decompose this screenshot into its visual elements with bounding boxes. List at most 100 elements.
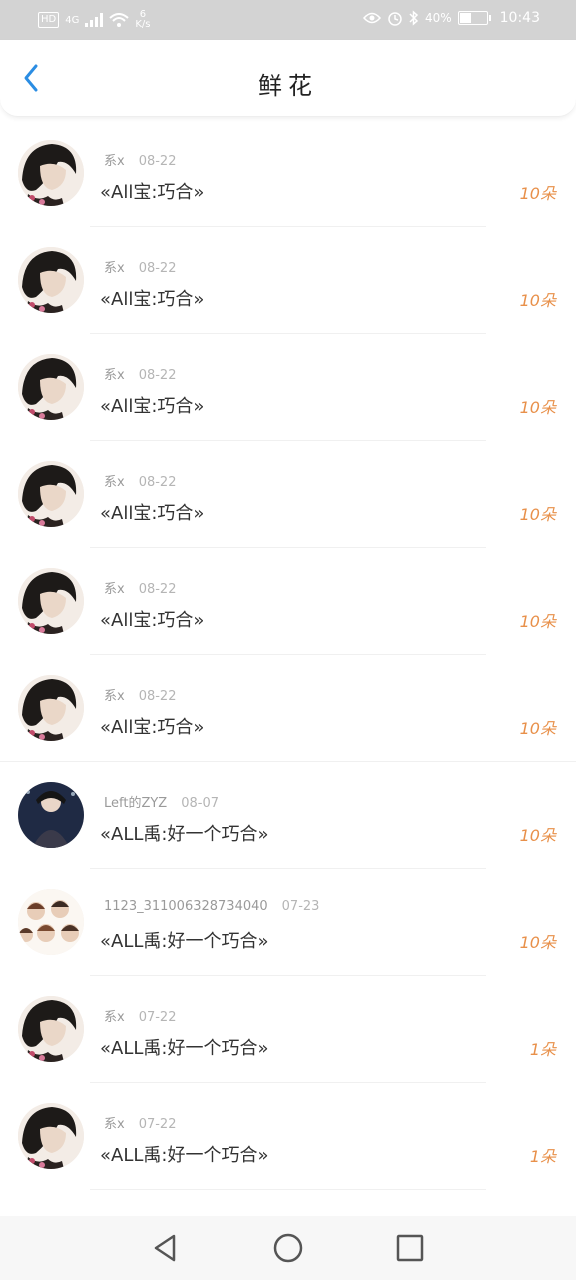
avatar-image xyxy=(18,568,84,634)
flower-count: 10朵 xyxy=(519,505,556,524)
nav-recent-button[interactable] xyxy=(394,1232,426,1264)
work-title: «ALL禹:好一个巧合» xyxy=(100,931,269,952)
status-left: HD 4G 6 K/s xyxy=(38,10,151,30)
flower-count: 10朵 xyxy=(519,719,556,738)
list-item[interactable]: 系x 08-22 «All宝:巧合» 10朵 xyxy=(0,120,576,227)
send-date: 07-22 xyxy=(138,1010,177,1025)
item-meta: 系x 08-22 xyxy=(104,471,176,490)
signal-icon xyxy=(85,13,104,27)
list-item[interactable]: 系x 08-22 «All宝:巧合» 10朵 xyxy=(0,655,576,762)
avatar[interactable] xyxy=(18,568,84,634)
avatar-image xyxy=(18,675,84,741)
work-title: «All宝:巧合» xyxy=(100,289,205,310)
list-item[interactable]: 系x 08-22 «All宝:巧合» 10朵 xyxy=(0,334,576,441)
send-date: 08-22 xyxy=(138,368,177,383)
send-date: 08-22 xyxy=(138,475,177,490)
avatar-image xyxy=(18,782,84,848)
work-title: «ALL禹:好一个巧合» xyxy=(100,1145,269,1166)
nav-home-button[interactable] xyxy=(272,1232,304,1264)
work-title: «All宝:巧合» xyxy=(100,610,205,631)
avatar-image xyxy=(18,996,84,1062)
list-item[interactable]: 系x 08-22 «All宝:巧合» 10朵 xyxy=(0,441,576,548)
list-item[interactable]: 系x 08-22 «All宝:巧合» 10朵 xyxy=(0,548,576,655)
avatar[interactable] xyxy=(18,461,84,527)
alarm-icon xyxy=(388,12,402,26)
work-title: «All宝:巧合» xyxy=(100,396,205,417)
flower-list: 系x 08-22 «All宝:巧合» 10朵 系x 08-22 «All宝:巧合» 10朵 系x… xyxy=(0,120,576,1190)
eye-icon xyxy=(362,12,381,24)
avatar-image xyxy=(18,461,84,527)
sender-name: 系x xyxy=(104,368,125,383)
page-title: 鲜花 xyxy=(258,72,318,100)
item-meta: Left的ZYZ 08-07 xyxy=(104,792,219,811)
list-item[interactable]: 系x 07-22 «ALL禹:好一个巧合» 1朵 xyxy=(0,976,576,1083)
sender-name: 1123_311006328734040 xyxy=(104,899,268,914)
avatar-image xyxy=(18,1103,84,1169)
flower-count: 1朵 xyxy=(529,1147,556,1166)
work-title: «All宝:巧合» xyxy=(100,503,205,524)
avatar[interactable] xyxy=(18,889,84,955)
item-meta: 系x 07-22 xyxy=(104,1006,176,1025)
work-title: «All宝:巧合» xyxy=(100,182,205,203)
system-nav-bar xyxy=(0,1216,576,1280)
sender-name: 系x xyxy=(104,1117,125,1132)
network-type: 4G xyxy=(65,14,80,26)
flower-count: 10朵 xyxy=(519,612,556,631)
avatar[interactable] xyxy=(18,247,84,313)
item-meta: 1123_311006328734040 07-23 xyxy=(104,899,319,914)
sender-name: 系x xyxy=(104,582,125,597)
item-meta: 系x 08-22 xyxy=(104,364,176,383)
recent-apps-icon xyxy=(396,1234,424,1262)
work-title: «All宝:巧合» xyxy=(100,717,205,738)
send-date: 08-22 xyxy=(138,582,177,597)
net-speed-unit: K/s xyxy=(135,19,151,30)
send-date: 08-22 xyxy=(138,154,177,169)
send-date: 07-23 xyxy=(281,899,320,914)
sender-name: 系x xyxy=(104,689,125,704)
list-item[interactable]: 系x 08-22 «All宝:巧合» 10朵 xyxy=(0,227,576,334)
list-item[interactable]: 系x 07-22 «ALL禹:好一个巧合» 1朵 xyxy=(0,1083,576,1190)
sender-name: 系x xyxy=(104,475,125,490)
nav-back-button[interactable] xyxy=(150,1232,182,1264)
avatar[interactable] xyxy=(18,996,84,1062)
flower-count: 10朵 xyxy=(519,291,556,310)
avatar[interactable] xyxy=(18,140,84,206)
work-title: «ALL禹:好一个巧合» xyxy=(100,1038,269,1059)
hd-badge: HD xyxy=(38,12,60,28)
item-meta: 系x 07-22 xyxy=(104,1113,176,1132)
back-triangle-icon xyxy=(154,1234,176,1262)
send-date: 08-07 xyxy=(181,796,219,811)
sender-name: 系x xyxy=(104,154,125,169)
item-meta: 系x 08-22 xyxy=(104,578,176,597)
send-date: 08-22 xyxy=(138,689,177,704)
clock: 10:43 xyxy=(499,10,540,26)
wifi-icon xyxy=(109,13,130,27)
home-circle-icon xyxy=(273,1233,303,1263)
avatar-image xyxy=(18,354,84,420)
send-date: 07-22 xyxy=(138,1117,177,1132)
battery-percent: 40% xyxy=(424,11,452,25)
avatar[interactable] xyxy=(18,782,84,848)
avatar[interactable] xyxy=(18,1103,84,1169)
avatar[interactable] xyxy=(18,354,84,420)
divider xyxy=(90,1189,486,1190)
avatar[interactable] xyxy=(18,675,84,741)
flower-count: 10朵 xyxy=(519,398,556,417)
avatar-image xyxy=(18,140,84,206)
item-meta: 系x 08-22 xyxy=(104,150,176,169)
sender-name: 系x xyxy=(104,1010,125,1025)
item-meta: 系x 08-22 xyxy=(104,257,176,276)
flower-count: 1朵 xyxy=(529,1040,556,1059)
sender-name: Left的ZYZ xyxy=(104,796,168,811)
list-item[interactable]: Left的ZYZ 08-07 «ALL禹:好一个巧合» 10朵 xyxy=(0,762,576,869)
status-bar: HD 4G 6 K/s 40% 10:43 xyxy=(0,0,576,40)
list-item[interactable]: 1123_311006328734040 07-23 «ALL禹:好一个巧合» 10朵 xyxy=(0,869,576,976)
avatar-image xyxy=(18,247,84,313)
sender-name: 系x xyxy=(104,261,125,276)
page: HD 4G 6 K/s 40% 10:43 鲜花 系x 08-22 «All宝:… xyxy=(0,0,576,1280)
header: 鲜花 xyxy=(0,40,576,117)
bluetooth-icon xyxy=(409,10,419,26)
status-right: 40% 10:43 xyxy=(362,10,540,26)
work-title: «ALL禹:好一个巧合» xyxy=(100,824,269,845)
flower-count: 10朵 xyxy=(519,933,556,952)
